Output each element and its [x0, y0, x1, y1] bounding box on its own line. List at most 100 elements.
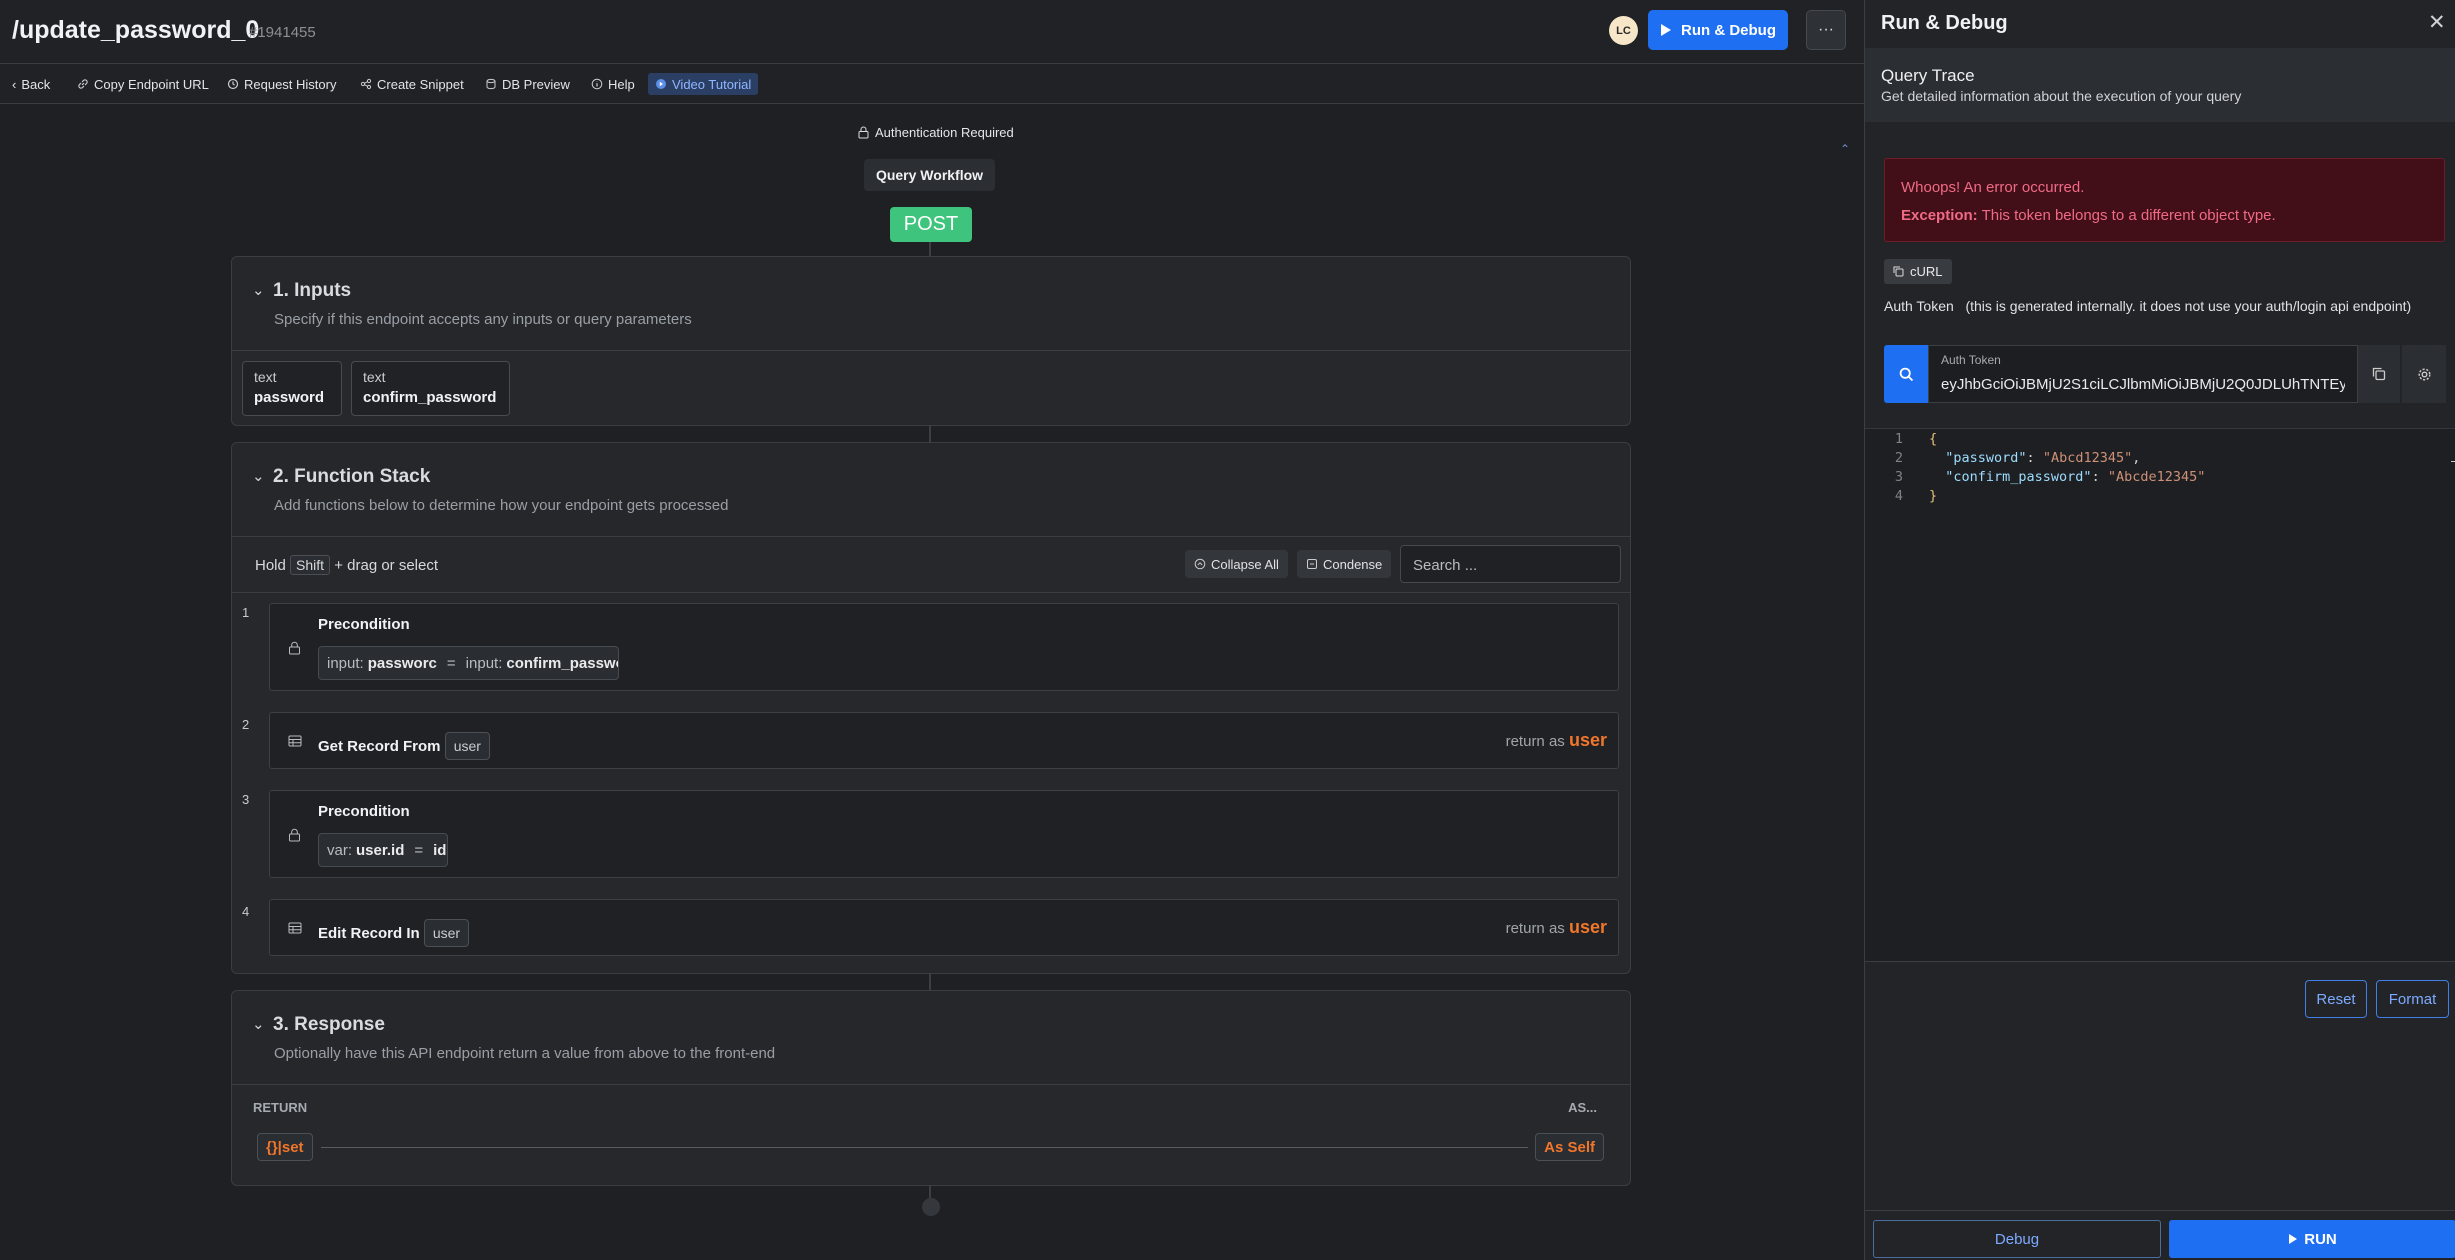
- cond-right: confirm_passwor: [506, 654, 619, 672]
- close-icon[interactable]: ✕: [2428, 10, 2446, 35]
- response-header[interactable]: ⌄ 3. Response Optionally have this API e…: [232, 991, 1630, 1085]
- video-label: Video Tutorial: [672, 76, 752, 92]
- copy-icon: [1893, 266, 1904, 277]
- table-tag[interactable]: user: [444, 732, 490, 760]
- run-label: RUN: [2304, 1230, 2337, 1248]
- step-precondition-3[interactable]: Precondition var: user.id = id: [269, 790, 1619, 878]
- copy-endpoint-url-button[interactable]: Copy Endpoint URL: [73, 73, 213, 95]
- return-label: RETURN: [253, 1100, 308, 1115]
- step-title-text: Get Record From: [318, 738, 441, 755]
- auth-token-group: Auth Token eyJhbGciOiJBMjU2S1ciLCJlbmMiO…: [1884, 345, 2446, 403]
- database-icon: [486, 78, 496, 90]
- step-number: 3: [242, 792, 250, 807]
- lock-icon: [289, 828, 300, 842]
- step-edit-record[interactable]: Edit Record In user return as user: [269, 899, 1619, 956]
- json-editor[interactable]: 1 2 3 4 { "password": "Abcd12345", "conf…: [1865, 428, 2455, 962]
- line-number: 2: [1894, 450, 1903, 466]
- step-title: Precondition: [318, 616, 410, 633]
- as-self-tag[interactable]: As Self: [1535, 1133, 1604, 1161]
- step-precondition-1[interactable]: Precondition input: passworc = input: conf…: [269, 603, 1619, 691]
- json-key: "confirm_password": [1945, 469, 2092, 485]
- request-history-button[interactable]: Request History: [223, 73, 340, 95]
- step-title: Get Record From user: [318, 732, 490, 760]
- condense-label: Condense: [1323, 556, 1383, 572]
- back-label: Back: [21, 76, 51, 92]
- back-button[interactable]: ‹ Back: [8, 73, 54, 95]
- info-icon: [591, 78, 603, 90]
- toolbar: ‹ Back Copy Endpoint URL Request History …: [0, 64, 1864, 156]
- method-badge[interactable]: POST: [890, 207, 972, 242]
- lock-icon: [289, 641, 300, 655]
- db-preview-button[interactable]: DB Preview: [481, 73, 574, 95]
- exception-text: This token belongs to a different object…: [1981, 207, 2276, 224]
- avatar[interactable]: LC: [1609, 16, 1638, 45]
- condense-button[interactable]: Condense: [1297, 550, 1392, 578]
- more-options-button[interactable]: ···: [1806, 10, 1846, 50]
- response-connector: [321, 1147, 1528, 1148]
- query-trace-header[interactable]: Query Trace Get detailed information abo…: [1865, 48, 2455, 122]
- cond-op: =: [414, 841, 424, 859]
- run-debug-button[interactable]: Run & Debug: [1648, 10, 1788, 50]
- error-exception: Exception: This token belongs to a diffe…: [1901, 207, 2276, 224]
- json-key: "password": [1945, 450, 2027, 466]
- chevron-down-icon[interactable]: ⌄: [252, 1015, 265, 1033]
- collapse-all-label: Collapse All: [1211, 556, 1279, 572]
- db-label: DB Preview: [502, 76, 570, 92]
- collapse-toolbar-icon[interactable]: ⌃: [1840, 142, 1850, 156]
- video-tutorial-button[interactable]: Video Tutorial: [648, 73, 759, 95]
- step-title: Edit Record In user: [318, 919, 470, 947]
- chevron-down-icon[interactable]: ⌄: [252, 281, 265, 299]
- input-chip-confirm-password[interactable]: text confirm_password: [351, 361, 510, 416]
- play-icon: [1661, 24, 1671, 36]
- copy-token-icon[interactable]: [2358, 345, 2400, 403]
- return-var[interactable]: user: [1569, 917, 1607, 937]
- table-icon: [288, 735, 302, 747]
- curl-button[interactable]: cURL: [1884, 259, 1952, 284]
- endpoint-editor: /update_password_0 #1941455 LC Run & Deb…: [0, 0, 1864, 1260]
- shift-key: Shift: [290, 555, 331, 575]
- connector: [929, 424, 931, 444]
- line-number: 4: [1894, 488, 1903, 504]
- snippet-label: Create Snippet: [377, 76, 464, 92]
- create-snippet-button[interactable]: Create Snippet: [356, 73, 468, 95]
- help-button[interactable]: Help: [587, 73, 639, 95]
- collapse-all-button[interactable]: Collapse All: [1185, 550, 1288, 578]
- return-value-tag[interactable]: {}|set: [257, 1133, 313, 1161]
- input-chip-password[interactable]: text password: [242, 361, 342, 416]
- inputs-header[interactable]: ⌄ 1. Inputs Specify if this endpoint acc…: [232, 257, 1630, 351]
- auth-token-value[interactable]: eyJhbGciOiJBMjU2S1ciLCJlbmMiOiJBMjU2Q0JD…: [1941, 376, 2345, 393]
- run-button[interactable]: RUN: [2169, 1220, 2455, 1258]
- step-get-record[interactable]: Get Record From user return as user: [269, 712, 1619, 769]
- step-number: 2: [242, 717, 250, 732]
- line-number: 3: [1894, 469, 1903, 485]
- condition-expression[interactable]: var: user.id = id: [318, 833, 448, 867]
- chevron-down-icon[interactable]: ⌄: [252, 467, 265, 485]
- gear-icon[interactable]: [2402, 345, 2446, 403]
- format-button[interactable]: Format: [2376, 980, 2449, 1018]
- table-tag[interactable]: user: [423, 919, 470, 947]
- query-workflow-label: Query Workflow: [864, 159, 995, 191]
- trace-subtitle: Get detailed information about the execu…: [1881, 88, 2242, 104]
- auth-token-field[interactable]: Auth Token eyJhbGciOiJBMjU2S1ciLCJlbmMiO…: [1928, 345, 2358, 403]
- search-icon[interactable]: [1884, 345, 1928, 403]
- chevron-left-icon: ‹: [12, 76, 17, 92]
- function-stack-section: ⌄ 2. Function Stack Add functions below …: [231, 442, 1631, 974]
- stack-search-input[interactable]: Search ...: [1400, 545, 1621, 583]
- json-value: "Abcd12345": [2042, 450, 2133, 466]
- return-var[interactable]: user: [1569, 730, 1607, 750]
- reset-button[interactable]: Reset: [2305, 980, 2367, 1018]
- header-bar: /update_password_0 #1941455 LC Run & Deb…: [0, 0, 1864, 64]
- function-stack-subtitle: Add functions below to determine how you…: [274, 497, 729, 514]
- endpoint-id: #1941455: [249, 24, 316, 41]
- cond-left: passworc: [367, 654, 437, 672]
- error-title: Whoops! An error occurred.: [1901, 179, 2085, 196]
- condition-expression[interactable]: input: passworc = input: confirm_passwor: [318, 646, 619, 680]
- lock-icon: [858, 126, 869, 139]
- return-as-label: return as: [1505, 920, 1565, 937]
- debug-button[interactable]: Debug: [1873, 1220, 2161, 1258]
- function-stack-header[interactable]: ⌄ 2. Function Stack Add functions below …: [232, 443, 1630, 537]
- function-stack-title: 2. Function Stack: [273, 466, 431, 487]
- code-line: {: [1929, 431, 1938, 447]
- auth-note: (this is generated internally. it does n…: [1965, 298, 2412, 314]
- error-box: Whoops! An error occurred. Exception: Th…: [1884, 158, 2445, 242]
